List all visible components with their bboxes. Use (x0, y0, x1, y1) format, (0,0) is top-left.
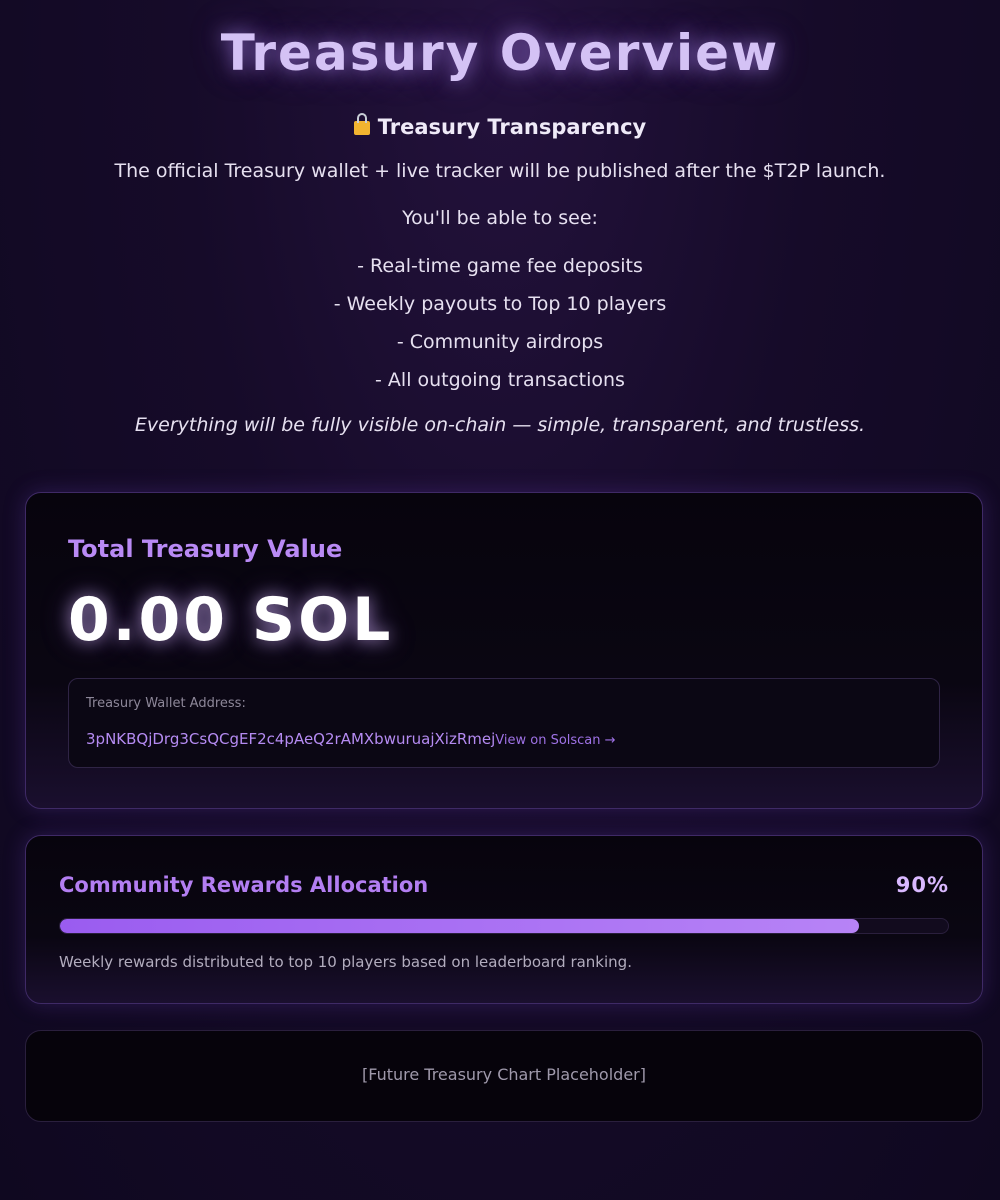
list-item: - Community airdrops (396, 331, 604, 353)
rewards-progress-bar (59, 918, 949, 934)
closing-text: Everything will be fully visible on-chai… (134, 414, 866, 436)
transparency-heading: Treasury Transparency (0, 113, 1000, 139)
treasury-value-card: Total Treasury Value 0.00 SOL Treasury W… (25, 492, 983, 809)
wallet-address-row: 3pNKBQjDrg3CsQCgEF2c4pAeQ2rAMXbwuruajXiz… (86, 729, 616, 748)
treasury-value-label: Total Treasury Value (68, 535, 343, 563)
rewards-allocation-percent: 90% (895, 873, 949, 897)
list-item: - Weekly payouts to Top 10 players (333, 293, 667, 315)
treasury-value-amount: 0.00 SOL (68, 585, 394, 655)
wallet-address-value: 3pNKBQjDrg3CsQCgEF2c4pAeQ2rAMXbwuruajXiz… (86, 730, 496, 748)
chart-placeholder-text: [Future Treasury Chart Placeholder] (362, 1065, 646, 1084)
list-item: - All outgoing transactions (375, 369, 625, 391)
lock-icon (353, 113, 370, 135)
view-on-solscan-link[interactable]: View on Solscan → (495, 733, 615, 748)
treasury-chart-placeholder-card: [Future Treasury Chart Placeholder] (25, 1030, 983, 1122)
rewards-allocation-card: Community Rewards Allocation 90% Weekly … (25, 835, 983, 1004)
intro-text: The official Treasury wallet + live trac… (114, 160, 886, 182)
see-intro-text: You'll be able to see: (402, 207, 598, 229)
rewards-allocation-title: Community Rewards Allocation (59, 873, 429, 897)
transparency-heading-text: Treasury Transparency (377, 115, 647, 139)
list-item: - Real-time game fee deposits (357, 255, 643, 277)
wallet-address-box: Treasury Wallet Address: 3pNKBQjDrg3CsQC… (68, 678, 940, 768)
wallet-address-label: Treasury Wallet Address: (86, 696, 246, 711)
rewards-progress-fill (60, 919, 860, 933)
feature-list: - Real-time game fee deposits - Weekly p… (0, 253, 1000, 405)
rewards-allocation-description: Weekly rewards distributed to top 10 pla… (59, 953, 632, 971)
page-title: Treasury Overview (220, 24, 780, 82)
